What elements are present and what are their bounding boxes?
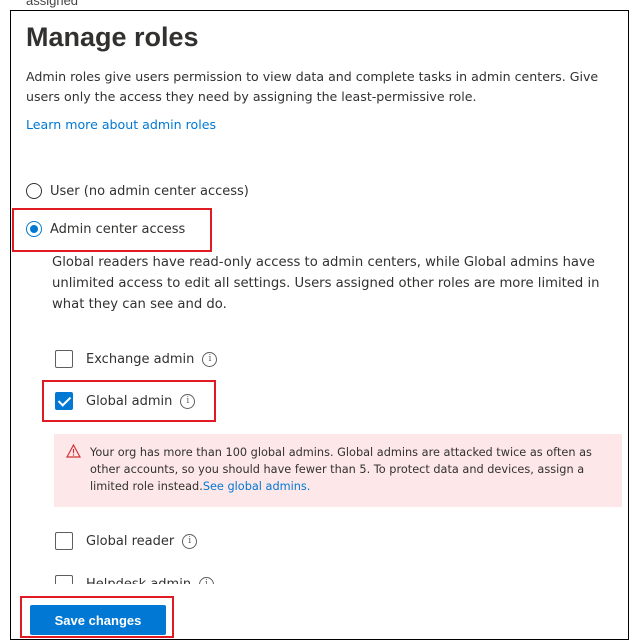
role-global-admin[interactable]: Global admin i <box>55 392 196 410</box>
radio-user-no-admin[interactable]: User (no admin center access) <box>26 183 249 199</box>
see-global-admins-link[interactable]: See global admins. <box>203 480 311 493</box>
warning-text: Your org has more than 100 global admins… <box>90 446 592 493</box>
radio-label: Admin center access <box>50 221 186 237</box>
radio-circle-icon[interactable] <box>26 183 42 199</box>
radio-admin-center-access[interactable]: Admin center access <box>26 221 185 237</box>
role-label: Exchange admin <box>86 351 195 367</box>
checkbox-checked-icon[interactable] <box>55 392 73 410</box>
admin-access-info: Global readers have read-only access to … <box>52 255 600 312</box>
role-exchange-admin[interactable]: Exchange admin i <box>55 350 218 368</box>
role-label: Global reader <box>86 533 175 549</box>
global-admin-warning: Your org has more than 100 global admins… <box>54 434 622 507</box>
warning-icon <box>66 444 81 458</box>
cropped-text: assigned <box>26 0 79 8</box>
radio-selected-icon[interactable] <box>26 221 42 237</box>
checkbox-icon[interactable] <box>55 532 73 550</box>
info-icon[interactable]: i <box>182 533 198 549</box>
learn-more-link[interactable]: Learn more about admin roles <box>26 117 216 132</box>
radio-label: User (no admin center access) <box>50 183 249 199</box>
info-icon[interactable]: i <box>180 393 196 409</box>
checkbox-icon[interactable] <box>55 350 73 368</box>
page-description: Admin roles give users permission to vie… <box>26 69 599 104</box>
save-changes-button[interactable]: Save changes <box>30 605 166 635</box>
info-icon[interactable]: i <box>202 351 218 367</box>
page-title: Manage roles <box>26 22 199 52</box>
role-label: Global admin <box>86 393 173 409</box>
role-global-reader[interactable]: Global reader i <box>55 532 198 550</box>
